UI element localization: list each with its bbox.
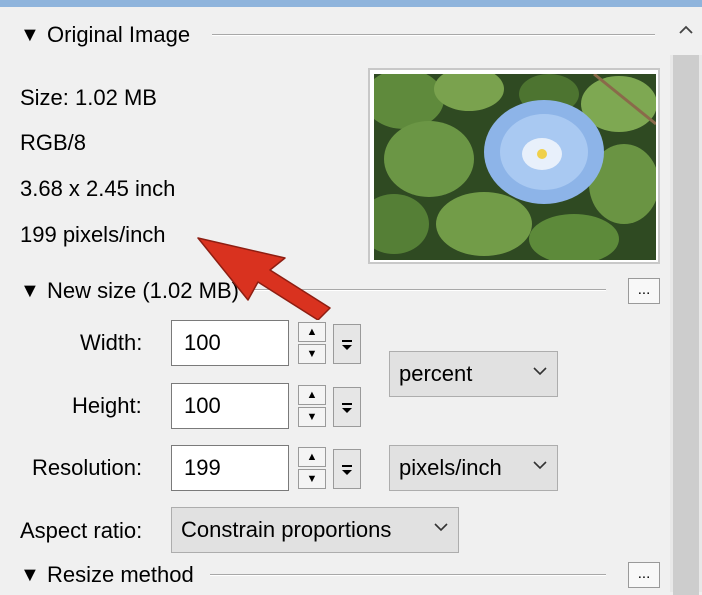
decrement-arrow-icon[interactable]: ▼ [298,344,326,364]
width-link-button[interactable] [333,324,361,364]
unit-select-value: percent [399,361,473,386]
chevron-down-icon [533,461,547,470]
collapse-triangle-icon[interactable]: ▼ [20,22,40,48]
original-resolution-text: 199 pixels/inch [20,222,166,247]
link-icon [342,340,352,350]
height-label: Height: [72,393,142,418]
aspect-ratio-label: Aspect ratio: [20,518,143,543]
original-size-text: Size: 1.02 MB [20,85,157,110]
decrement-arrow-icon[interactable]: ▼ [298,407,326,427]
section-divider [210,574,606,576]
increment-arrow-icon[interactable]: ▲ [298,385,326,405]
resize-method-more-button[interactable]: ... [628,562,660,588]
width-input[interactable] [172,321,288,365]
aspect-ratio-select[interactable]: Constrain proportions [171,507,459,553]
original-dimensions-text: 3.68 x 2.45 inch [20,176,176,201]
aspect-ratio-value: Constrain proportions [181,517,392,542]
scrollbar-thumb[interactable] [673,55,699,595]
collapse-triangle-icon[interactable]: ▼ [20,278,40,304]
chevron-down-icon [434,523,448,532]
vertical-scrollbar[interactable] [670,7,702,595]
link-icon [342,403,352,413]
section-header-resize-method[interactable]: Resize method [47,562,194,588]
resolution-field[interactable] [171,445,289,491]
height-input[interactable] [172,384,288,428]
collapse-triangle-icon[interactable]: ▼ [20,562,40,588]
morning-glory-thumbnail-image [374,74,656,260]
annotation-arrow-icon [197,237,331,320]
resolution-unit-select[interactable]: pixels/inch [389,445,558,491]
window-top-border [0,0,702,7]
height-field[interactable] [171,383,289,429]
resolution-unit-value: pixels/inch [399,455,502,480]
resolution-label: Resolution: [32,455,143,480]
resolution-link-button[interactable] [333,449,361,489]
new-size-more-button[interactable]: ... [628,278,660,304]
image-size-panel: ▼ Original Image Size: 1.02 MB RGB/8 3.6… [0,0,702,595]
increment-arrow-icon[interactable]: ▲ [298,322,326,342]
image-thumbnail [368,68,660,264]
width-field[interactable] [171,320,289,366]
section-header-original-image[interactable]: Original Image [47,22,190,48]
resolution-stepper[interactable]: ▲ ▼ [298,447,326,489]
unit-select[interactable]: percent [389,351,558,397]
original-mode-text: RGB/8 [20,130,87,155]
increment-arrow-icon[interactable]: ▲ [298,447,326,467]
width-label: Width: [80,330,143,355]
height-link-button[interactable] [333,387,361,427]
decrement-arrow-icon[interactable]: ▼ [298,469,326,489]
width-stepper[interactable]: ▲ ▼ [298,322,326,364]
section-divider [212,34,655,36]
height-stepper[interactable]: ▲ ▼ [298,385,326,427]
scroll-up-arrow-icon[interactable] [679,25,693,35]
resolution-input[interactable] [172,446,288,490]
chevron-down-icon [533,367,547,376]
link-icon [342,465,352,475]
